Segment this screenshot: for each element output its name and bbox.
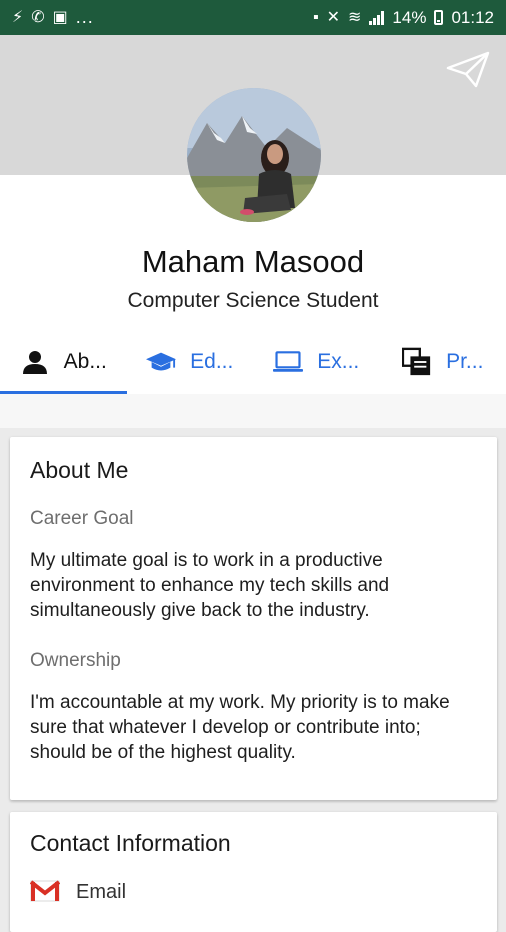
status-bar: ⚡ ✆ ▣ ... ▪ ✕ ≋ 14% 01:12: [0, 0, 506, 35]
lock-icon: ▪: [313, 10, 319, 26]
tab-education-label: Ed...: [190, 350, 233, 374]
contact-heading: Contact Information: [30, 830, 231, 857]
contact-card: Contact Information Email: [10, 812, 497, 932]
tab-experience[interactable]: Ex...: [253, 330, 380, 394]
profile-title: Computer Science Student: [0, 289, 506, 313]
graduation-cap-icon: [146, 347, 176, 377]
status-right: ▪ ✕ ≋ 14% 01:12: [313, 8, 494, 28]
about-heading: About Me: [30, 457, 128, 484]
tab-projects-label: Pr...: [446, 350, 483, 374]
more-notifications: ...: [76, 7, 94, 28]
clock: 01:12: [451, 8, 494, 28]
tabs-content-strip: [0, 394, 506, 428]
wifi-icon: ≋: [348, 10, 361, 26]
battery-icon: [434, 10, 443, 25]
battery-percent: 14%: [392, 8, 426, 28]
laptop-icon: [273, 347, 303, 377]
tab-projects[interactable]: Pr...: [380, 330, 506, 394]
gmail-icon: [30, 878, 60, 907]
person-icon: [20, 347, 50, 377]
email-label: Email: [76, 881, 126, 904]
gallery-icon: ▣: [53, 10, 68, 26]
profile-name: Maham Masood: [0, 244, 506, 280]
email-row[interactable]: Email: [30, 878, 126, 907]
section-tabs: Ab... Ed... Ex... Pr...: [0, 330, 506, 394]
tab-about[interactable]: Ab...: [0, 330, 127, 394]
phone-icon: ✆: [31, 10, 44, 26]
mute-icon: ✕: [327, 10, 340, 26]
ownership-text: I'm accountable at my work. My priority …: [30, 690, 480, 765]
career-goal-text: My ultimate goal is to work in a product…: [30, 548, 480, 623]
ownership-label: Ownership: [30, 650, 121, 672]
tab-about-label: Ab...: [64, 350, 107, 374]
avatar: [187, 88, 321, 222]
about-card: About Me Career Goal My ultimate goal is…: [10, 437, 497, 800]
career-goal-label: Career Goal: [30, 508, 134, 530]
signal-icon: [369, 11, 384, 25]
flash-icon: ⚡: [12, 10, 23, 26]
status-left: ⚡ ✆ ▣ ...: [12, 7, 94, 28]
projects-icon: [402, 347, 432, 377]
send-icon[interactable]: [446, 50, 490, 90]
tab-experience-label: Ex...: [317, 350, 359, 374]
tab-education[interactable]: Ed...: [127, 330, 254, 394]
